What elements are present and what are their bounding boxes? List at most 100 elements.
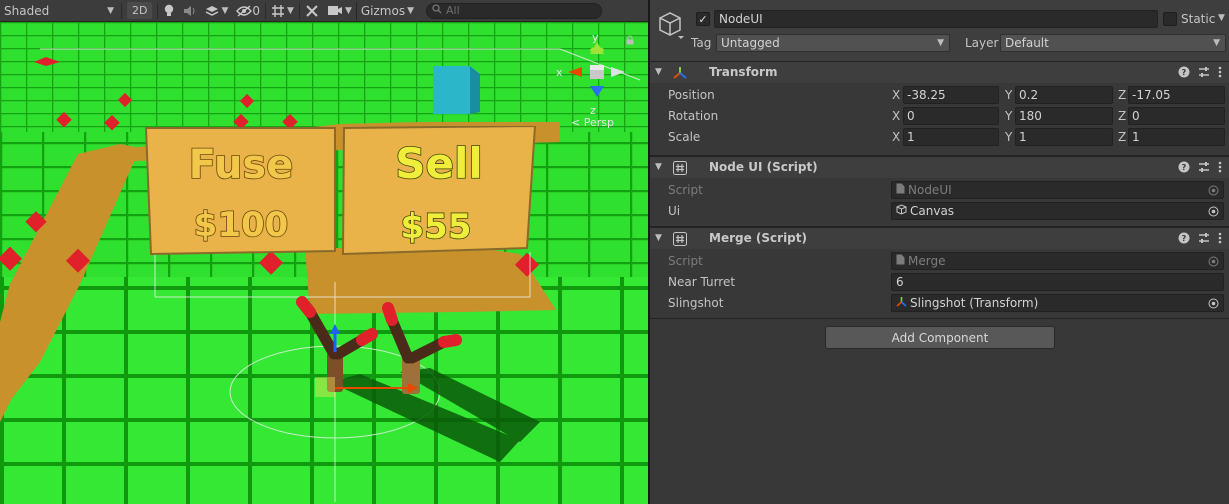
- y-label: Y: [1005, 88, 1013, 102]
- gameobject-cube-icon: [656, 10, 684, 43]
- script-field: Merge: [891, 252, 1224, 270]
- audio-toggle[interactable]: [179, 2, 201, 20]
- more-options-icon[interactable]: [1218, 232, 1222, 244]
- gizmo-axis-x[interactable]: x: [556, 66, 563, 79]
- merge-script-header[interactable]: ▼ Merge (Script) ?: [650, 227, 1229, 249]
- preset-sliders-icon[interactable]: [1198, 66, 1210, 78]
- effects-dropdown[interactable]: ▼: [201, 2, 232, 20]
- scale-z-field[interactable]: 1: [1128, 128, 1225, 146]
- more-options-icon[interactable]: [1218, 161, 1222, 173]
- slingshot-row: Slingshot Slingshot (Transform): [650, 293, 1229, 314]
- toolbar-divider: [298, 2, 300, 19]
- rotation-label: Rotation: [668, 109, 719, 123]
- gameobject-name-field[interactable]: NodeUI: [714, 10, 1158, 28]
- chevron-down-icon: ▼: [1213, 38, 1220, 48]
- gizmo-axis-y[interactable]: y: [592, 31, 599, 44]
- transform-component: ▼ Transform ? Position X -38.25 Y 0.2 Z: [650, 61, 1229, 156]
- position-label: Position: [668, 88, 715, 102]
- scene-search-input[interactable]: All: [426, 2, 603, 19]
- gizmos-label: Gizmos: [360, 3, 406, 18]
- scale-y-field[interactable]: 1: [1015, 128, 1113, 146]
- shading-mode-dropdown[interactable]: Shaded ▼: [0, 2, 120, 20]
- grid-icon: [271, 4, 285, 18]
- layer-value: Default: [1005, 36, 1049, 50]
- gameobject-header: ✓ NodeUI Static ▼ Tag Untagged ▼ Layer D…: [650, 0, 1229, 62]
- rotation-y-field[interactable]: 180: [1015, 107, 1113, 125]
- static-label: Static: [1181, 12, 1216, 26]
- scale-x-field[interactable]: 1: [903, 128, 999, 146]
- lightbulb-icon: [163, 4, 175, 18]
- z-label: Z: [1118, 88, 1127, 102]
- camera-dropdown[interactable]: ▼: [323, 2, 356, 20]
- sell-button[interactable]: Sell $55: [341, 126, 536, 256]
- static-checkbox[interactable]: [1163, 12, 1177, 26]
- object-picker-icon[interactable]: [1208, 206, 1219, 220]
- preset-sliders-icon[interactable]: [1198, 161, 1210, 173]
- grid-toggle[interactable]: ▼: [267, 2, 298, 20]
- slingshot-object-field[interactable]: Slingshot (Transform): [891, 294, 1224, 312]
- layer-label: Layer: [965, 36, 999, 50]
- tag-dropdown[interactable]: Untagged ▼: [716, 34, 950, 52]
- transform-row-rotation: Rotation X 0 Y 180 Z 0: [650, 106, 1229, 127]
- foldout-arrow-icon[interactable]: ▼: [655, 67, 662, 77]
- object-picker-icon: [1208, 256, 1219, 270]
- scene-view[interactable]: Shaded ▼ 2D ▼ 0 ▼ ▼ Gizmos ▼ All y x z <…: [0, 0, 648, 504]
- component-header-buttons: ?: [1178, 232, 1222, 244]
- transform-header[interactable]: ▼ Transform ?: [650, 61, 1229, 83]
- svg-text:?: ?: [1182, 234, 1187, 243]
- search-icon: [432, 4, 442, 17]
- ui-row: Ui Canvas: [650, 201, 1229, 222]
- help-icon[interactable]: ?: [1178, 161, 1190, 173]
- eye-slash-icon: [236, 4, 253, 17]
- position-y-field[interactable]: 0.2: [1015, 86, 1113, 104]
- lock-icon[interactable]: [626, 34, 634, 48]
- rotation-x-field[interactable]: 0: [903, 107, 999, 125]
- chevron-down-icon: ▼: [937, 38, 944, 48]
- tools-icon: [305, 4, 319, 18]
- position-z-field[interactable]: -17.05: [1128, 86, 1225, 104]
- layer-dropdown[interactable]: Default ▼: [1000, 34, 1226, 52]
- hidden-objects-toggle[interactable]: 0: [232, 2, 264, 20]
- near-turret-field[interactable]: 6: [891, 273, 1224, 291]
- help-icon[interactable]: ?: [1178, 232, 1190, 244]
- script-hash-icon: [673, 161, 687, 178]
- fuse-title: Fuse: [189, 142, 294, 188]
- foldout-arrow-icon[interactable]: ▼: [655, 233, 662, 243]
- svg-text:?: ?: [1182, 163, 1187, 172]
- tag-label: Tag: [691, 36, 712, 50]
- lighting-toggle[interactable]: [159, 2, 179, 20]
- component-title: Transform: [709, 65, 778, 79]
- toggle-2d-button[interactable]: 2D: [127, 2, 153, 19]
- more-options-icon[interactable]: [1218, 66, 1222, 78]
- ui-label: Ui: [668, 204, 681, 218]
- tag-value: Untagged: [721, 36, 780, 50]
- z-label: Z: [1118, 130, 1127, 144]
- help-icon[interactable]: ?: [1178, 66, 1190, 78]
- perspective-toggle[interactable]: < Persp: [571, 116, 614, 129]
- search-placeholder: All: [446, 4, 460, 17]
- inspector-panel: ✓ NodeUI Static ▼ Tag Untagged ▼ Layer D…: [650, 0, 1229, 504]
- slingshot-label: Slingshot: [668, 296, 724, 310]
- preset-sliders-icon[interactable]: [1198, 232, 1210, 244]
- script-hash-icon: [673, 232, 687, 249]
- active-checkbox[interactable]: ✓: [696, 12, 710, 26]
- static-dropdown-icon[interactable]: ▼: [1218, 13, 1225, 23]
- object-picker-icon[interactable]: [1208, 298, 1219, 312]
- ui-object-field[interactable]: Canvas: [891, 202, 1224, 220]
- svg-text:?: ?: [1182, 68, 1187, 77]
- position-x-field[interactable]: -38.25: [903, 86, 999, 104]
- transform-axes-icon: [673, 66, 687, 83]
- sell-title: Sell: [395, 139, 483, 188]
- tools-toggle[interactable]: [301, 2, 323, 20]
- scene-viewport[interactable]: [0, 22, 648, 504]
- z-label: Z: [1118, 109, 1127, 123]
- effects-layers-icon: [205, 5, 219, 17]
- rotation-z-field[interactable]: 0: [1128, 107, 1225, 125]
- nodeui-script-header[interactable]: ▼ Node UI (Script) ?: [650, 156, 1229, 178]
- foldout-arrow-icon[interactable]: ▼: [655, 162, 662, 172]
- toolbar-divider: [121, 2, 122, 19]
- gizmos-dropdown[interactable]: Gizmos ▼: [355, 1, 418, 20]
- add-component-button[interactable]: Add Component: [825, 326, 1055, 349]
- fuse-button[interactable]: Fuse $100: [143, 126, 338, 256]
- component-title: Merge (Script): [709, 231, 807, 245]
